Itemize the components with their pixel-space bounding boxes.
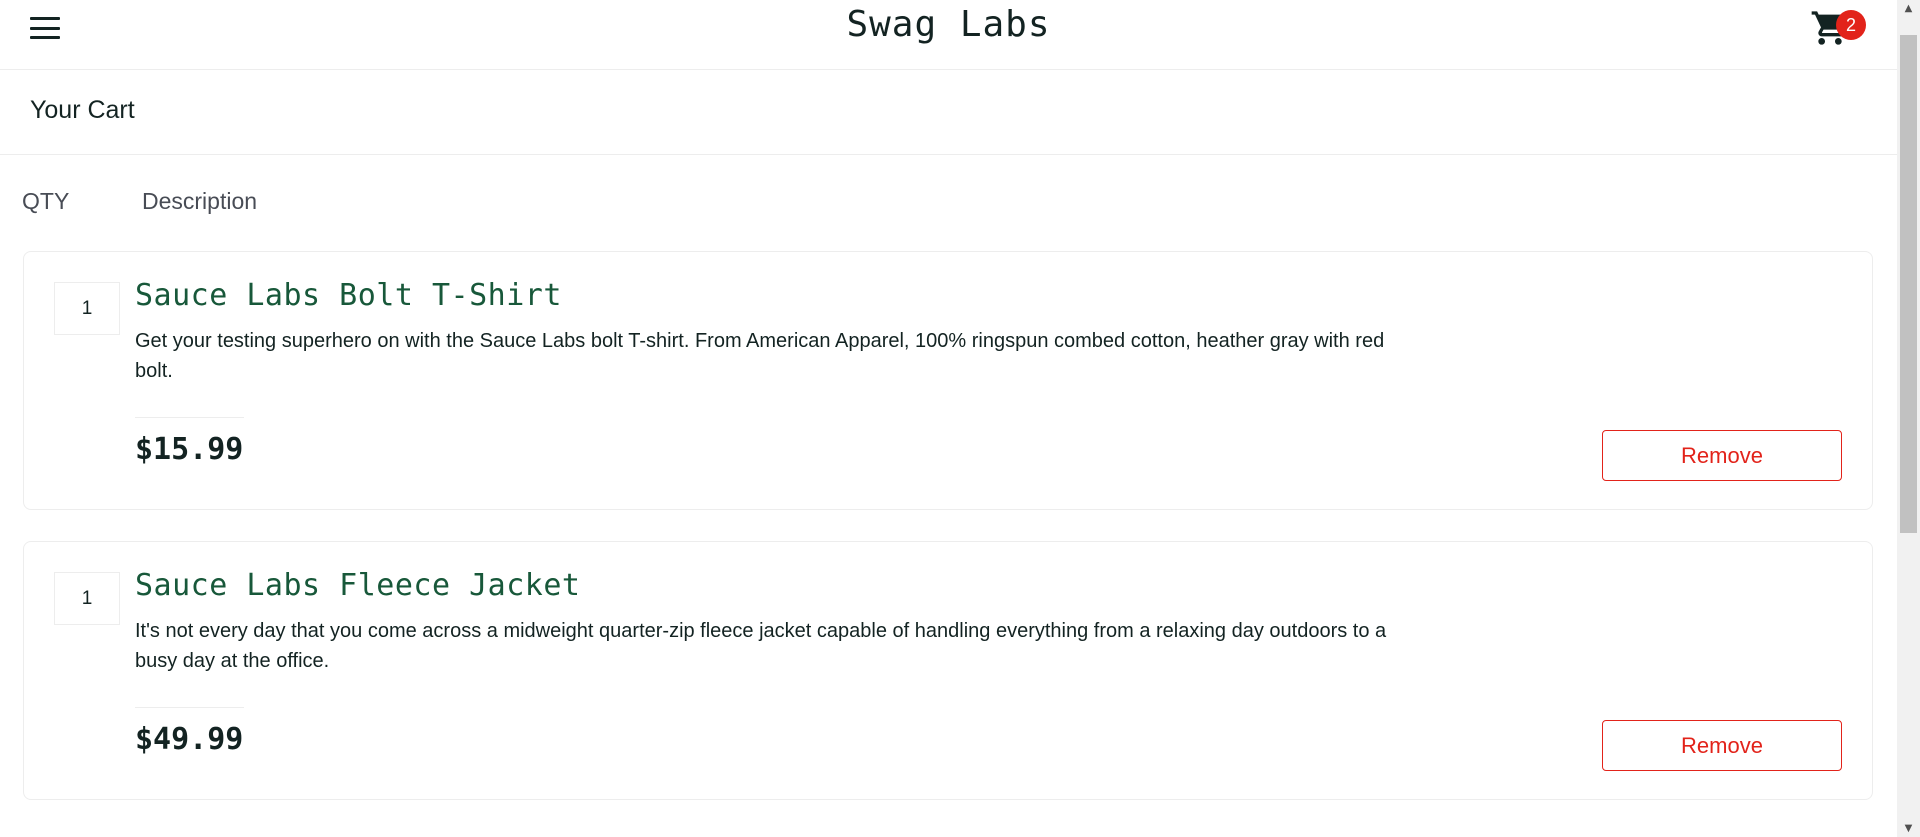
- cart-item: 1 Sauce Labs Fleece Jacket It's not ever…: [23, 541, 1873, 800]
- item-price: $15.99: [135, 432, 244, 467]
- scroll-up-arrow-icon[interactable]: ▲: [1897, 0, 1920, 17]
- app-logo: Swag Labs: [846, 4, 1051, 45]
- remove-button[interactable]: Remove: [1602, 430, 1842, 481]
- item-description: Get your testing superhero on with the S…: [135, 330, 1385, 382]
- qty-column-label: QTY: [22, 188, 70, 214]
- page: Swag Labs 2 Your Cart QTY Description 1 …: [0, 0, 1897, 837]
- item-quantity: 1: [54, 282, 120, 335]
- item-name-link[interactable]: Sauce Labs Bolt T-Shirt: [135, 278, 562, 313]
- item-name-link[interactable]: Sauce Labs Fleece Jacket: [135, 568, 580, 603]
- scroll-down-arrow-icon[interactable]: ▼: [1897, 820, 1920, 837]
- cart-badge: 2: [1836, 10, 1866, 40]
- cart-item: 1 Sauce Labs Bolt T-Shirt Get your testi…: [23, 251, 1873, 510]
- scrollbar-thumb[interactable]: [1900, 35, 1917, 533]
- price-divider: [135, 707, 244, 708]
- vertical-scrollbar[interactable]: ▲ ▼: [1897, 0, 1920, 837]
- item-price: $49.99: [135, 722, 244, 757]
- shopping-cart-link[interactable]: 2: [1810, 8, 1866, 48]
- description-column-label: Description: [142, 188, 258, 214]
- item-description: It's not every day that you come across …: [135, 620, 1387, 672]
- primary-header: Swag Labs 2: [0, 0, 1897, 70]
- item-quantity: 1: [54, 572, 120, 625]
- price-divider: [135, 417, 244, 418]
- secondary-header: Your Cart: [0, 70, 1897, 155]
- page-title: Your Cart: [30, 96, 135, 124]
- remove-button[interactable]: Remove: [1602, 720, 1842, 771]
